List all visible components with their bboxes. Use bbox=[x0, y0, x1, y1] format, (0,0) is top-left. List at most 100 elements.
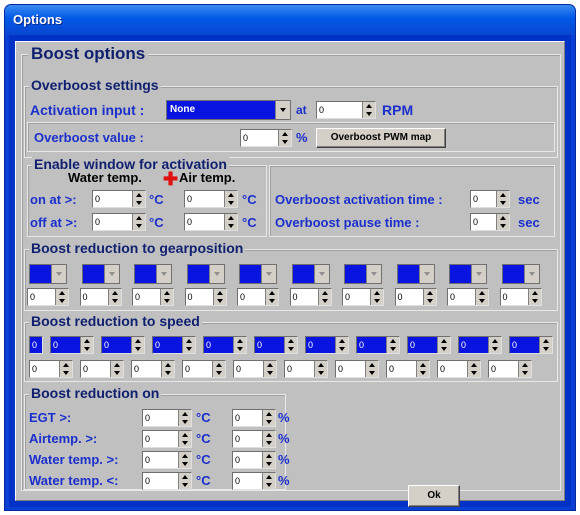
spin-icon[interactable] bbox=[59, 361, 72, 377]
spin-icon[interactable] bbox=[496, 191, 509, 207]
spin-icon[interactable] bbox=[314, 361, 327, 377]
off-air-temp-stepper[interactable]: 0 bbox=[184, 213, 238, 231]
spin-icon[interactable] bbox=[178, 431, 191, 447]
speed-top-stepper-6[interactable]: 0 bbox=[305, 336, 349, 354]
speed-bottom-stepper-10[interactable]: 0 bbox=[488, 360, 532, 378]
spin-icon[interactable] bbox=[161, 361, 174, 377]
chevron-down-icon[interactable] bbox=[156, 265, 171, 283]
chevron-down-icon[interactable] bbox=[208, 265, 224, 283]
reduction-temp-stepper-1[interactable]: 0 bbox=[142, 409, 192, 427]
off-water-temp-stepper[interactable]: 0 bbox=[92, 213, 146, 231]
speed-bottom-stepper-6[interactable]: 0 bbox=[284, 360, 328, 378]
reduction-temp-stepper-3[interactable]: 0 bbox=[142, 451, 192, 469]
ok-button[interactable]: Ok bbox=[408, 485, 460, 507]
speed-top-stepper-10[interactable]: 0 bbox=[509, 336, 553, 354]
overboost-value-stepper[interactable]: 0 bbox=[240, 129, 292, 147]
chevron-down-icon[interactable] bbox=[261, 265, 276, 283]
chevron-down-icon[interactable] bbox=[51, 265, 66, 283]
spin-icon[interactable] bbox=[386, 337, 399, 353]
on-air-temp-stepper[interactable]: 0 bbox=[184, 190, 238, 208]
speed-bottom-stepper-7[interactable]: 0 bbox=[335, 360, 379, 378]
spin-icon[interactable] bbox=[365, 361, 378, 377]
spin-icon[interactable] bbox=[262, 431, 275, 447]
speed-bottom-stepper-9[interactable]: 0 bbox=[437, 360, 481, 378]
chevron-down-icon[interactable] bbox=[103, 265, 119, 283]
gear-value-stepper-4[interactable]: 0 bbox=[184, 288, 227, 306]
spin-icon[interactable] bbox=[110, 361, 123, 377]
spin-icon[interactable] bbox=[178, 410, 191, 426]
spin-icon[interactable] bbox=[518, 361, 531, 377]
spin-icon[interactable] bbox=[317, 289, 331, 305]
activation-input-select[interactable]: None bbox=[166, 100, 291, 120]
reduction-temp-stepper-4[interactable]: 0 bbox=[142, 472, 192, 490]
reduction-pct-stepper-3[interactable]: 0 bbox=[232, 451, 276, 469]
rpm-stepper[interactable]: 0 bbox=[316, 101, 376, 119]
spin-icon[interactable] bbox=[362, 102, 375, 118]
chevron-down-icon[interactable] bbox=[313, 265, 329, 283]
spin-icon[interactable] bbox=[262, 452, 275, 468]
gear-value-stepper-10[interactable]: 0 bbox=[499, 288, 542, 306]
spin-icon[interactable] bbox=[437, 337, 450, 353]
gear-select-2[interactable] bbox=[81, 264, 120, 284]
gear-value-stepper-7[interactable]: 0 bbox=[342, 288, 384, 306]
activation-time-stepper[interactable]: 0 bbox=[470, 190, 510, 208]
spin-icon[interactable] bbox=[262, 410, 275, 426]
speed-bottom-stepper-5[interactable]: 0 bbox=[233, 360, 277, 378]
spin-icon[interactable] bbox=[224, 214, 237, 230]
speed-top-stepper-7[interactable]: 0 bbox=[356, 336, 400, 354]
spin-icon[interactable] bbox=[178, 473, 191, 489]
gear-select-3[interactable] bbox=[134, 264, 172, 284]
reduction-temp-stepper-2[interactable]: 0 bbox=[142, 430, 192, 448]
spin-icon[interactable] bbox=[527, 289, 541, 305]
speed-top-stepper-9[interactable]: 0 bbox=[458, 336, 502, 354]
spin-icon[interactable] bbox=[488, 337, 501, 353]
spin-icon[interactable] bbox=[80, 337, 93, 353]
reduction-pct-stepper-2[interactable]: 0 bbox=[232, 430, 276, 448]
spin-icon[interactable] bbox=[539, 337, 552, 353]
reduction-pct-stepper-4[interactable]: 0 bbox=[232, 472, 276, 490]
speed-first-field[interactable]: 0 bbox=[29, 336, 43, 354]
spin-icon[interactable] bbox=[284, 337, 297, 353]
pause-time-stepper[interactable]: 0 bbox=[470, 213, 510, 231]
gear-select-8[interactable] bbox=[396, 264, 435, 284]
chevron-down-icon[interactable] bbox=[418, 265, 434, 283]
title-bar[interactable]: Options bbox=[5, 5, 575, 35]
reduction-pct-stepper-1[interactable]: 0 bbox=[232, 409, 276, 427]
speed-bottom-stepper-2[interactable]: 0 bbox=[80, 360, 124, 378]
gear-value-stepper-1[interactable]: 0 bbox=[27, 288, 69, 306]
spin-icon[interactable] bbox=[422, 289, 436, 305]
speed-top-stepper-2[interactable]: 0 bbox=[101, 336, 145, 354]
spin-icon[interactable] bbox=[107, 289, 121, 305]
chevron-down-icon[interactable] bbox=[471, 265, 486, 283]
spin-icon[interactable] bbox=[370, 289, 383, 305]
gear-select-4[interactable] bbox=[186, 264, 225, 284]
speed-top-stepper-3[interactable]: 0 bbox=[152, 336, 196, 354]
spin-icon[interactable] bbox=[233, 337, 246, 353]
gear-select-9[interactable] bbox=[449, 264, 487, 284]
spin-icon[interactable] bbox=[178, 452, 191, 468]
spin-icon[interactable] bbox=[55, 289, 68, 305]
spin-icon[interactable] bbox=[212, 289, 226, 305]
speed-bottom-stepper-4[interactable]: 0 bbox=[182, 360, 226, 378]
gear-select-7[interactable] bbox=[344, 264, 382, 284]
gear-value-stepper-2[interactable]: 0 bbox=[79, 288, 122, 306]
gear-select-5[interactable] bbox=[239, 264, 277, 284]
gear-value-stepper-9[interactable]: 0 bbox=[447, 288, 489, 306]
speed-bottom-stepper-8[interactable]: 0 bbox=[386, 360, 430, 378]
overboost-pwm-map-button[interactable]: Overboost PWM map bbox=[316, 128, 446, 148]
on-water-temp-stepper[interactable]: 0 bbox=[92, 190, 146, 208]
speed-bottom-stepper-3[interactable]: 0 bbox=[131, 360, 175, 378]
gear-select-1[interactable] bbox=[29, 264, 67, 284]
gear-value-stepper-8[interactable]: 0 bbox=[394, 288, 437, 306]
spin-icon[interactable] bbox=[263, 361, 276, 377]
speed-top-stepper-1[interactable]: 0 bbox=[50, 336, 94, 354]
spin-icon[interactable] bbox=[335, 337, 348, 353]
gear-select-10[interactable] bbox=[501, 264, 540, 284]
spin-icon[interactable] bbox=[132, 214, 145, 230]
spin-icon[interactable] bbox=[278, 130, 291, 146]
spin-icon[interactable] bbox=[224, 191, 237, 207]
spin-icon[interactable] bbox=[132, 191, 145, 207]
spin-icon[interactable] bbox=[160, 289, 173, 305]
chevron-down-icon[interactable] bbox=[366, 265, 381, 283]
chevron-down-icon[interactable] bbox=[275, 101, 290, 119]
